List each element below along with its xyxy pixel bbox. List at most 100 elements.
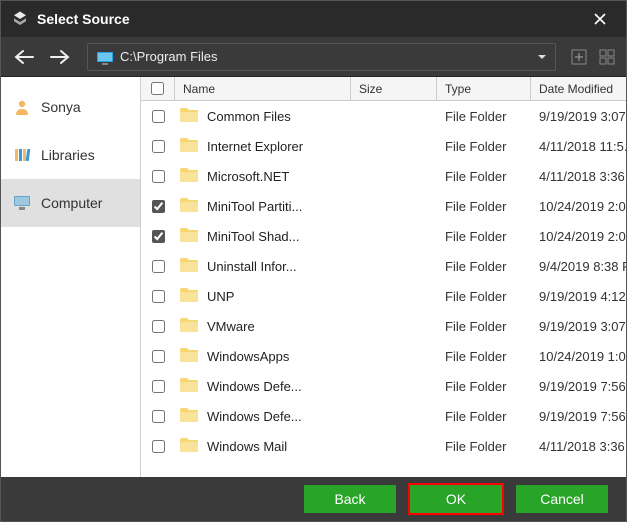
- file-date: 9/19/2019 7:56 ...: [531, 409, 626, 424]
- file-type: File Folder: [437, 139, 531, 154]
- user-icon: [13, 98, 31, 116]
- row-checkbox[interactable]: [152, 110, 165, 123]
- file-type: File Folder: [437, 409, 531, 424]
- path-bar[interactable]: C:\Program Files: [87, 43, 556, 71]
- sidebar-item-label: Libraries: [41, 147, 95, 163]
- row-checkbox[interactable]: [152, 200, 165, 213]
- column-checkbox[interactable]: [141, 77, 175, 100]
- sidebar-item-libraries[interactable]: Libraries: [1, 131, 140, 179]
- table-row[interactable]: MiniTool Shad... File Folder10/24/2019 2:…: [141, 221, 626, 251]
- file-date: 9/19/2019 3:07 ...: [531, 319, 626, 334]
- ok-button[interactable]: OK: [410, 485, 502, 513]
- computer-path-icon: [96, 51, 112, 63]
- table-row[interactable]: Windows Defe...File Folder9/19/2019 7:56…: [141, 371, 626, 401]
- file-date: 4/11/2018 3:36 ...: [531, 439, 626, 454]
- table-row[interactable]: Windows Mail File Folder4/11/2018 3:36 ..…: [141, 431, 626, 461]
- file-date: 9/19/2019 3:07 ...: [531, 109, 626, 124]
- column-size[interactable]: Size: [351, 77, 437, 100]
- file-type: File Folder: [437, 199, 531, 214]
- file-list-pane: Name Size Type Date Modified Common File…: [141, 77, 626, 477]
- window-title: Select Source: [37, 11, 582, 27]
- file-date: 4/11/2018 11:5...: [531, 139, 626, 154]
- close-button[interactable]: [582, 1, 618, 37]
- table-row[interactable]: Common FilesFile Folder9/19/2019 3:07 ..…: [141, 101, 626, 131]
- sidebar-item-computer[interactable]: Computer: [1, 179, 140, 227]
- file-name: Uninstall Infor...: [207, 259, 297, 274]
- row-checkbox[interactable]: [152, 170, 165, 183]
- table-row[interactable]: Windows Defe... File Folder9/19/2019 7:56…: [141, 401, 626, 431]
- row-checkbox[interactable]: [152, 140, 165, 153]
- row-checkbox[interactable]: [152, 380, 165, 393]
- row-checkbox[interactable]: [152, 260, 165, 273]
- file-date: 9/19/2019 7:56 ...: [531, 379, 626, 394]
- select-all-checkbox[interactable]: [151, 82, 164, 95]
- row-checkbox[interactable]: [152, 230, 165, 243]
- nav-back-button[interactable]: [9, 42, 39, 72]
- table-row[interactable]: Internet ExplorerFile Folder4/11/2018 11…: [141, 131, 626, 161]
- row-checkbox[interactable]: [152, 410, 165, 423]
- file-name: Common Files: [207, 109, 291, 124]
- sidebar-item-label: Sonya: [41, 99, 81, 115]
- file-date: 10/24/2019 2:0...: [531, 229, 626, 244]
- dialog-window: Select Source C:\Program Files Sony: [0, 0, 627, 522]
- row-checkbox[interactable]: [152, 440, 165, 453]
- file-type: File Folder: [437, 439, 531, 454]
- body: Sonya Libraries Computer Name Size Type Da…: [1, 77, 626, 477]
- column-date[interactable]: Date Modified: [531, 77, 626, 100]
- table-row[interactable]: UNPFile Folder9/19/2019 4:12 ...: [141, 281, 626, 311]
- file-date: 4/11/2018 3:36 ...: [531, 169, 626, 184]
- file-name: Windows Defe...: [207, 409, 302, 424]
- view-grid-icon[interactable]: [596, 46, 618, 68]
- back-button[interactable]: Back: [304, 485, 396, 513]
- file-type: File Folder: [437, 169, 531, 184]
- folder-icon: [179, 167, 199, 186]
- file-rows[interactable]: Common FilesFile Folder9/19/2019 3:07 ..…: [141, 101, 626, 477]
- folder-icon: [179, 107, 199, 126]
- table-row[interactable]: Uninstall Infor... File Folder9/4/2019 8:…: [141, 251, 626, 281]
- file-date: 10/24/2019 1:0...: [531, 349, 626, 364]
- file-name: Windows Mail: [207, 439, 287, 454]
- computer-icon: [13, 194, 31, 212]
- folder-icon: [179, 257, 199, 276]
- nav-forward-button[interactable]: [45, 42, 75, 72]
- row-checkbox[interactable]: [152, 290, 165, 303]
- footer: Back OK Cancel: [1, 477, 626, 521]
- folder-icon: [179, 437, 199, 456]
- table-row[interactable]: WindowsApps File Folder10/24/2019 1:0...: [141, 341, 626, 371]
- folder-icon: [179, 347, 199, 366]
- table-row[interactable]: MiniTool Partiti... File Folder10/24/2019…: [141, 191, 626, 221]
- new-folder-icon[interactable]: [568, 46, 590, 68]
- file-name: MiniTool Partiti...: [207, 199, 302, 214]
- row-checkbox[interactable]: [152, 350, 165, 363]
- row-checkbox[interactable]: [152, 320, 165, 333]
- table-row[interactable]: Microsoft.NET File Folder4/11/2018 3:36 .…: [141, 161, 626, 191]
- cancel-button[interactable]: Cancel: [516, 485, 608, 513]
- file-type: File Folder: [437, 259, 531, 274]
- file-date: 9/4/2019 8:38 PM: [531, 259, 626, 274]
- file-date: 9/19/2019 4:12 ...: [531, 289, 626, 304]
- file-name: MiniTool Shad...: [207, 229, 300, 244]
- file-date: 10/24/2019 2:0...: [531, 199, 626, 214]
- column-type[interactable]: Type: [437, 77, 531, 100]
- file-name: VMware: [207, 319, 255, 334]
- folder-icon: [179, 317, 199, 336]
- folder-icon: [179, 197, 199, 216]
- titlebar: Select Source: [1, 1, 626, 37]
- folder-icon: [179, 407, 199, 426]
- file-name: UNP: [207, 289, 234, 304]
- column-header: Name Size Type Date Modified: [141, 77, 626, 101]
- folder-icon: [179, 377, 199, 396]
- file-name: WindowsApps: [207, 349, 289, 364]
- path-dropdown-icon[interactable]: [537, 49, 547, 64]
- column-name[interactable]: Name: [175, 77, 351, 100]
- folder-icon: [179, 137, 199, 156]
- library-icon: [13, 146, 31, 164]
- folder-icon: [179, 227, 199, 246]
- table-row[interactable]: VMware File Folder9/19/2019 3:07 ...: [141, 311, 626, 341]
- folder-icon: [179, 287, 199, 306]
- file-name: Microsoft.NET: [207, 169, 289, 184]
- file-type: File Folder: [437, 229, 531, 244]
- file-type: File Folder: [437, 319, 531, 334]
- file-type: File Folder: [437, 349, 531, 364]
- sidebar-item-sonya[interactable]: Sonya: [1, 83, 140, 131]
